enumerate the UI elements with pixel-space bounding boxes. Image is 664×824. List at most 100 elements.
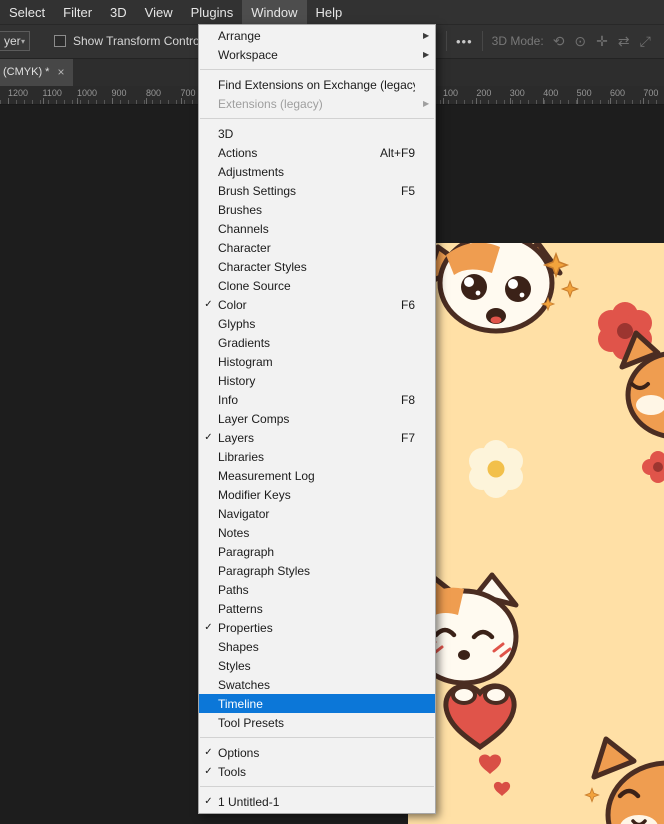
menu-item-shapes[interactable]: Shapes [199, 637, 435, 656]
check-icon: ✓ [204, 766, 213, 777]
close-icon[interactable]: × [57, 65, 64, 79]
ruler-label: 100 [443, 88, 459, 104]
menu-item-workspace[interactable]: Workspace ▶ [199, 45, 435, 64]
menu-item-label: Modifier Keys [218, 487, 291, 502]
menu-item-label: Paragraph [218, 544, 275, 559]
menu-item-label: Shapes [218, 639, 259, 654]
scale-3d-icon[interactable]: ⤢ [640, 34, 651, 48]
submenu-arrow-icon: ▶ [423, 31, 430, 40]
ruler-label: 700 [643, 88, 659, 104]
menu-item-label: Adjustments [218, 164, 285, 179]
menu-item-find-extensions-on-exchange-legacy[interactable]: Find Extensions on Exchange (legacy)... [199, 75, 435, 94]
menu-item-adjustments[interactable]: Adjustments [199, 162, 435, 181]
menu-item-paths[interactable]: Paths [199, 580, 435, 599]
menu-item-label: Info [218, 392, 239, 407]
menu-item-properties[interactable]: ✓ Properties [199, 618, 435, 637]
menu-item-patterns[interactable]: Patterns [199, 599, 435, 618]
show-transform-controls-checkbox[interactable]: Show Transform Controls [54, 24, 208, 58]
ruler-label: 200 [476, 88, 492, 104]
menubar-item-help[interactable]: Help [307, 0, 352, 24]
menubar-item-plugins[interactable]: Plugins [182, 0, 243, 24]
menu-item-gradients[interactable]: Gradients [199, 333, 435, 352]
menu-item-brush-settings[interactable]: Brush Settings F5 [199, 181, 435, 200]
menu-item-histogram[interactable]: Histogram [199, 352, 435, 371]
menu-item-brushes[interactable]: Brushes [199, 200, 435, 219]
menu-item-libraries[interactable]: Libraries [199, 447, 435, 466]
menu-item-notes[interactable]: Notes [199, 523, 435, 542]
menu-item-tool-presets[interactable]: Tool Presets [199, 713, 435, 732]
menubar-item-filter[interactable]: Filter [54, 0, 101, 24]
menu-item-styles[interactable]: Styles [199, 656, 435, 675]
check-icon: ✓ [204, 622, 213, 633]
ruler-label: 1000 [77, 88, 98, 104]
menu-item-extensions-legacy[interactable]: Extensions (legacy) ▶ [199, 94, 435, 113]
menu-item-label: Color [218, 297, 247, 312]
menu-item-arrange[interactable]: Arrange ▶ [199, 26, 435, 45]
orbit-3d-icon[interactable]: ⟲ [553, 34, 565, 48]
menu-item-character[interactable]: Character [199, 238, 435, 257]
check-icon: ✓ [204, 432, 213, 443]
menu-item-label: Brushes [218, 202, 263, 217]
menu-item-label: Paragraph Styles [218, 563, 311, 578]
menu-item-label: Libraries [218, 449, 265, 464]
menu-item-actions[interactable]: Actions Alt+F9 [199, 143, 435, 162]
pan-3d-icon[interactable]: ✛ [596, 34, 608, 48]
window-menu-dropdown: Arrange ▶ Workspace ▶ Find Extensions on Exc… [198, 24, 436, 814]
menu-item-3d[interactable]: 3D [199, 124, 435, 143]
menu-item-label: Layer Comps [218, 411, 290, 426]
menu-item-layer-comps[interactable]: Layer Comps [199, 409, 435, 428]
checkbox-icon [54, 35, 66, 47]
menu-item-shortcut: F8 [400, 392, 415, 407]
menu-item-shortcut: F5 [400, 183, 415, 198]
cat-artwork [408, 243, 664, 824]
menu-item-measurement-log[interactable]: Measurement Log [199, 466, 435, 485]
menu-item-paragraph[interactable]: Paragraph [199, 542, 435, 561]
menu-item-label: Channels [218, 221, 269, 236]
ruler-label: 300 [509, 88, 525, 104]
menu-item-swatches[interactable]: Swatches [199, 675, 435, 694]
mode-icons: ⟲ ⊙ ✛ ⇄ ⤢ [553, 34, 651, 48]
menubar-item-3d[interactable]: 3D [101, 0, 136, 24]
menu-item-label: Character [218, 240, 271, 255]
menu-item-label: 3D [218, 126, 234, 141]
menubar-item-view[interactable]: View [136, 0, 182, 24]
menubar-item-select[interactable]: Select [0, 0, 54, 24]
menu-item-modifier-keys[interactable]: Modifier Keys [199, 485, 435, 504]
menu-item-clone-source[interactable]: Clone Source [199, 276, 435, 295]
menu-item-label: Swatches [218, 677, 271, 692]
check-icon: ✓ [204, 299, 213, 310]
menu-item-label: Tools [218, 764, 247, 779]
menu-item-timeline[interactable]: Timeline [199, 694, 435, 713]
menu-item-navigator[interactable]: Navigator [199, 504, 435, 523]
overflow-menu-button[interactable]: ••• [456, 34, 473, 49]
menu-separator [200, 786, 434, 787]
menu-item-label: Navigator [218, 506, 270, 521]
menu-item-channels[interactable]: Channels [199, 219, 435, 238]
menu-item-info[interactable]: Info F8 [199, 390, 435, 409]
options-bar-right: ••• 3D Mode: ⟲ ⊙ ✛ ⇄ ⤢ [446, 24, 651, 58]
menubar: Select Filter 3D View Plugins Window Help [0, 0, 664, 25]
ruler-label: 600 [610, 88, 626, 104]
roll-3d-icon[interactable]: ⊙ [574, 34, 586, 48]
slide-3d-icon[interactable]: ⇄ [618, 34, 630, 48]
menu-item-character-styles[interactable]: Character Styles [199, 257, 435, 276]
menu-item-paragraph-styles[interactable]: Paragraph Styles [199, 561, 435, 580]
menu-item-history[interactable]: History [199, 371, 435, 390]
checkbox-label: Show Transform Controls [73, 34, 209, 48]
menu-item-1-untitled-1[interactable]: ✓ 1 Untitled-1 [199, 792, 435, 811]
auto-select-dropdown[interactable]: yer ▾ [0, 31, 30, 51]
ruler-label: 1100 [42, 88, 62, 104]
menu-item-color[interactable]: ✓ Color F6 [199, 295, 435, 314]
menu-item-glyphs[interactable]: Glyphs [199, 314, 435, 333]
document-tab[interactable]: (CMYK) * × [0, 58, 74, 86]
ruler-label: 1200 [8, 88, 29, 104]
menu-item-tools[interactable]: ✓ Tools [199, 762, 435, 781]
menubar-item-window[interactable]: Window [242, 0, 307, 24]
menu-item-layers[interactable]: ✓ Layers F7 [199, 428, 435, 447]
photoshop-window: Select Filter 3D View Plugins Window Help yer … [0, 0, 664, 824]
menu-item-label: Gradients [218, 335, 271, 350]
menu-separator [200, 69, 434, 70]
menu-item-options[interactable]: ✓ Options [199, 743, 435, 762]
menu-item-label: Styles [218, 658, 251, 673]
menu-separator [200, 118, 434, 119]
